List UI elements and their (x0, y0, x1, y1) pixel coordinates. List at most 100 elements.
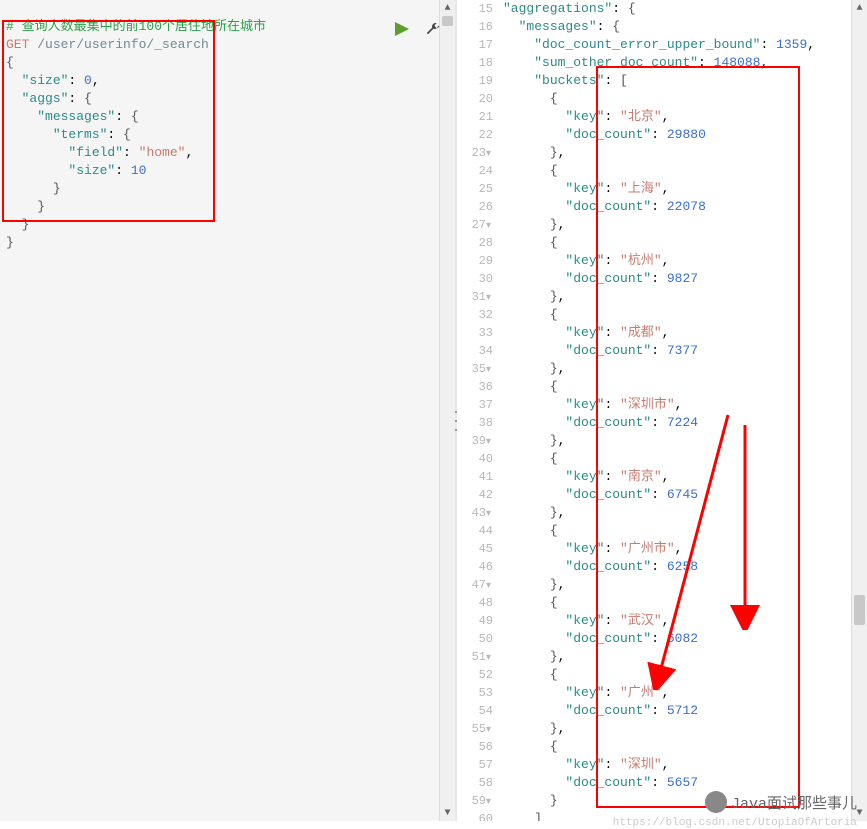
line-number: 54 (457, 702, 493, 720)
code-line: { (503, 306, 851, 324)
code-line: } (503, 792, 851, 810)
code-line: { (503, 378, 851, 396)
code-line: { (503, 162, 851, 180)
line-number: 24 (457, 162, 493, 180)
code-line: "doc_count": 5657 (503, 774, 851, 792)
code-line: ] (503, 810, 851, 821)
code-line: "key": "深圳市", (503, 396, 851, 414)
line-number: 27▾ (457, 216, 493, 234)
code-line: }, (503, 648, 851, 666)
line-number: 41 (457, 468, 493, 486)
code-line: "sum_other_doc_count": 148088, (503, 54, 851, 72)
code-line: }, (503, 576, 851, 594)
line-number: 44 (457, 522, 493, 540)
scroll-thumb[interactable] (442, 16, 453, 26)
code-line: "doc_count": 6745 (503, 486, 851, 504)
line-number: 45 (457, 540, 493, 558)
code-line: "doc_count": 29880 (503, 126, 851, 144)
comment-line: # 查询人数最集中的前100个居住地所在城市 (6, 19, 266, 34)
line-number: 46 (457, 558, 493, 576)
code-line: { (503, 522, 851, 540)
line-number: 49 (457, 612, 493, 630)
line-number: 28 (457, 234, 493, 252)
line-number: 59▾ (457, 792, 493, 810)
right-scrollbar[interactable]: ▲ ▼ (851, 0, 867, 821)
code-line: "doc_count": 7224 (503, 414, 851, 432)
line-number: 29 (457, 252, 493, 270)
code-line: }, (503, 720, 851, 738)
code-line: "key": "深圳", (503, 756, 851, 774)
code-line: { (503, 738, 851, 756)
scroll-thumb[interactable] (854, 595, 865, 625)
line-number: 57 (457, 756, 493, 774)
code-line: { (503, 234, 851, 252)
line-number: 25 (457, 180, 493, 198)
line-number: 36 (457, 378, 493, 396)
scroll-up-icon[interactable]: ▲ (852, 0, 867, 16)
settings-wrench-icon[interactable] (425, 22, 441, 42)
line-number: 43▾ (457, 504, 493, 522)
line-number: 20 (457, 90, 493, 108)
scroll-down-icon[interactable]: ▼ (440, 805, 455, 821)
line-number: 22 (457, 126, 493, 144)
line-number-gutter: 151617181920212223▾24252627▾28293031▾323… (457, 0, 499, 821)
code-line: }, (503, 216, 851, 234)
line-number: 55▾ (457, 720, 493, 738)
code-line: { (503, 450, 851, 468)
line-number: 15 (457, 0, 493, 18)
line-number: 39▾ (457, 432, 493, 450)
line-number: 60 (457, 810, 493, 821)
line-number: 50 (457, 630, 493, 648)
line-number: 18 (457, 54, 493, 72)
line-number: 32 (457, 306, 493, 324)
code-line: "aggregations": { (503, 0, 851, 18)
code-line: "messages": { (503, 18, 851, 36)
code-line: }, (503, 504, 851, 522)
request-editor-pane: # 查询人数最集中的前100个居住地所在城市 GET /user/userinf… (0, 0, 455, 821)
code-line: "doc_count": 7377 (503, 342, 851, 360)
line-number: 35▾ (457, 360, 493, 378)
line-number: 31▾ (457, 288, 493, 306)
code-line: "doc_count_error_upper_bound": 1359, (503, 36, 851, 54)
line-number: 42 (457, 486, 493, 504)
line-number: 33 (457, 324, 493, 342)
line-number: 19 (457, 72, 493, 90)
code-line: }, (503, 288, 851, 306)
code-line: "key": "南京", (503, 468, 851, 486)
code-line: "doc_count": 9827 (503, 270, 851, 288)
run-query-button[interactable] (395, 22, 411, 40)
code-line: { (503, 90, 851, 108)
line-number: 26 (457, 198, 493, 216)
line-number: 56 (457, 738, 493, 756)
line-number: 53 (457, 684, 493, 702)
line-number: 21 (457, 108, 493, 126)
code-line: "doc_count": 6258 (503, 558, 851, 576)
code-line: }, (503, 360, 851, 378)
line-number: 17 (457, 36, 493, 54)
line-number: 34 (457, 342, 493, 360)
code-line: { (503, 594, 851, 612)
code-line: "doc_count": 5712 (503, 702, 851, 720)
scroll-up-icon[interactable]: ▲ (440, 0, 455, 16)
line-number: 23▾ (457, 144, 493, 162)
line-number: 52 (457, 666, 493, 684)
line-number: 47▾ (457, 576, 493, 594)
line-number: 30 (457, 270, 493, 288)
code-line: }, (503, 144, 851, 162)
line-number: 16 (457, 18, 493, 36)
code-line: { (503, 666, 851, 684)
response-viewer-pane: 151617181920212223▾24252627▾28293031▾323… (457, 0, 867, 821)
code-line: "key": "杭州", (503, 252, 851, 270)
line-number: 58 (457, 774, 493, 792)
code-line: "buckets": [ (503, 72, 851, 90)
response-viewer[interactable]: "aggregations": { "messages": { "doc_cou… (499, 0, 851, 821)
code-line: "key": "上海", (503, 180, 851, 198)
request-editor[interactable]: # 查询人数最集中的前100个居住地所在城市 GET /user/userinf… (0, 0, 439, 821)
scroll-down-icon[interactable]: ▼ (852, 805, 867, 821)
code-line: "doc_count": 22078 (503, 198, 851, 216)
code-line: }, (503, 432, 851, 450)
line-number: 48 (457, 594, 493, 612)
code-line: "key": "北京", (503, 108, 851, 126)
line-number: 38 (457, 414, 493, 432)
line-number: 51▾ (457, 648, 493, 666)
